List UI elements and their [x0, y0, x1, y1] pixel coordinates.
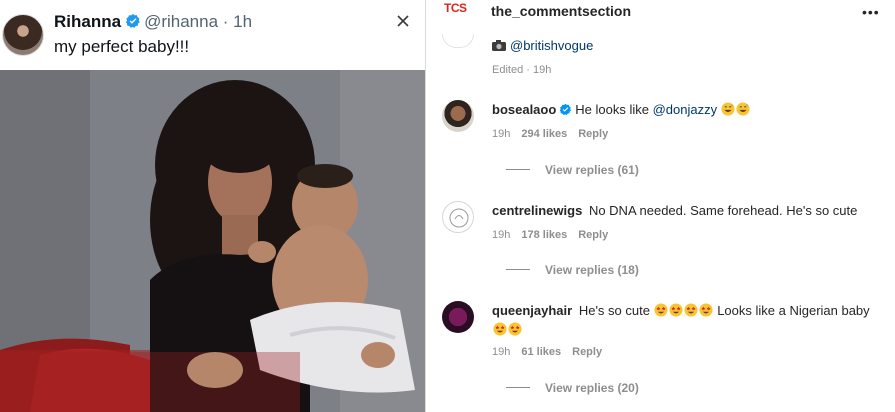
comment-meta: 19h 294 likes Reply	[492, 128, 619, 140]
tweet-separator: ·	[222, 12, 229, 31]
star-struck-emoji-icon	[654, 303, 668, 317]
view-replies-button[interactable]: View replies (61)	[506, 163, 639, 177]
comment-body: queenjayhair He's so cute Looks like a N…	[492, 301, 877, 339]
comment-avatar[interactable]	[442, 100, 474, 132]
star-struck-emoji-icon	[669, 303, 683, 317]
comments-panel: TCS the_commentsection ••• @britishvogue…	[425, 0, 895, 412]
more-horizontal-icon[interactable]: •••	[862, 4, 880, 20]
tweet-text: my perfect baby!!!	[54, 37, 190, 56]
comment-text: No DNA needed. Same forehead. He's so cu…	[588, 203, 858, 218]
comment-likes[interactable]: 294 likes	[521, 128, 567, 140]
comment-time[interactable]: 19h	[492, 229, 510, 241]
tweet-avatar[interactable]	[2, 14, 44, 56]
view-replies-button[interactable]: View replies (18)	[506, 263, 639, 277]
close-icon[interactable]	[396, 14, 410, 28]
reply-button[interactable]: Reply	[572, 346, 602, 358]
tcs-logo[interactable]: TCS	[444, 1, 473, 19]
tweet-author-name[interactable]: Rihanna	[54, 12, 121, 31]
star-struck-emoji-icon	[492, 322, 507, 336]
caption-avatar	[442, 34, 474, 48]
replies-divider	[506, 387, 530, 388]
star-struck-emoji-icon	[699, 303, 713, 317]
star-struck-emoji-icon	[684, 303, 698, 317]
camera-emoji-icon	[492, 40, 506, 51]
caption-meta: Edited · 19h	[492, 64, 552, 76]
caption-credit: @britishvogue	[492, 38, 593, 53]
tweet-author-line: Rihanna @rihanna · 1h	[54, 12, 252, 32]
comment-mention[interactable]: @donjazzy	[653, 102, 718, 117]
comment-likes[interactable]: 178 likes	[521, 229, 567, 241]
grinning-sweat-emoji-icon	[721, 102, 735, 116]
post-account-name[interactable]: the_commentsection	[491, 3, 631, 19]
view-replies-button[interactable]: View replies (20)	[506, 381, 639, 395]
comment-time[interactable]: 19h	[492, 128, 510, 140]
tweet-handle[interactable]: @rihanna	[144, 12, 218, 31]
star-struck-emoji-icon	[507, 322, 522, 336]
comment-time[interactable]: 19h	[492, 346, 510, 358]
edited-label: Edited	[492, 64, 524, 76]
caption-tail: @britishvogue Edited · 19h	[442, 24, 882, 82]
edited-time: 19h	[532, 64, 552, 76]
centreline-logo-icon	[449, 208, 469, 228]
comment-username[interactable]: queenjayhair	[492, 303, 572, 318]
tweet-time[interactable]: 1h	[233, 12, 252, 31]
tweet-panel: Rihanna @rihanna · 1h my perfect baby!!!	[0, 0, 425, 412]
caption-credit-tag[interactable]: @britishvogue	[510, 38, 593, 53]
comment-avatar[interactable]	[442, 201, 474, 233]
photo-illustration	[0, 70, 425, 412]
comment-username[interactable]: bosealaoo	[492, 102, 556, 117]
replies-divider	[506, 269, 530, 270]
post-header: TCS the_commentsection •••	[426, 0, 895, 24]
view-replies-label[interactable]: View replies (18)	[545, 263, 639, 277]
verified-badge-icon	[560, 103, 572, 116]
comment-body: centrelinewigs No DNA needed. Same foreh…	[492, 201, 877, 220]
comment-meta: 19h 178 likes Reply	[492, 229, 619, 241]
comment-meta: 19h 61 likes Reply	[492, 346, 613, 358]
comment-avatar[interactable]	[442, 301, 474, 333]
comment-text: He looks like	[575, 102, 653, 117]
reply-button[interactable]: Reply	[578, 229, 608, 241]
view-replies-label[interactable]: View replies (61)	[545, 163, 639, 177]
grinning-sweat-emoji-icon	[736, 102, 750, 116]
reply-button[interactable]: Reply	[578, 128, 608, 140]
view-replies-label[interactable]: View replies (20)	[545, 381, 639, 395]
comment-likes[interactable]: 61 likes	[521, 346, 561, 358]
verified-badge-icon	[126, 14, 140, 28]
replies-divider	[506, 169, 530, 170]
tweet-photo[interactable]	[0, 70, 425, 412]
tweet-header: Rihanna @rihanna · 1h my perfect baby!!!	[0, 0, 425, 70]
comment-body: bosealaoo He looks like @donjazzy	[492, 100, 877, 119]
comment-text: He's so cute	[578, 303, 654, 318]
comment-username[interactable]: centrelinewigs	[492, 203, 582, 218]
